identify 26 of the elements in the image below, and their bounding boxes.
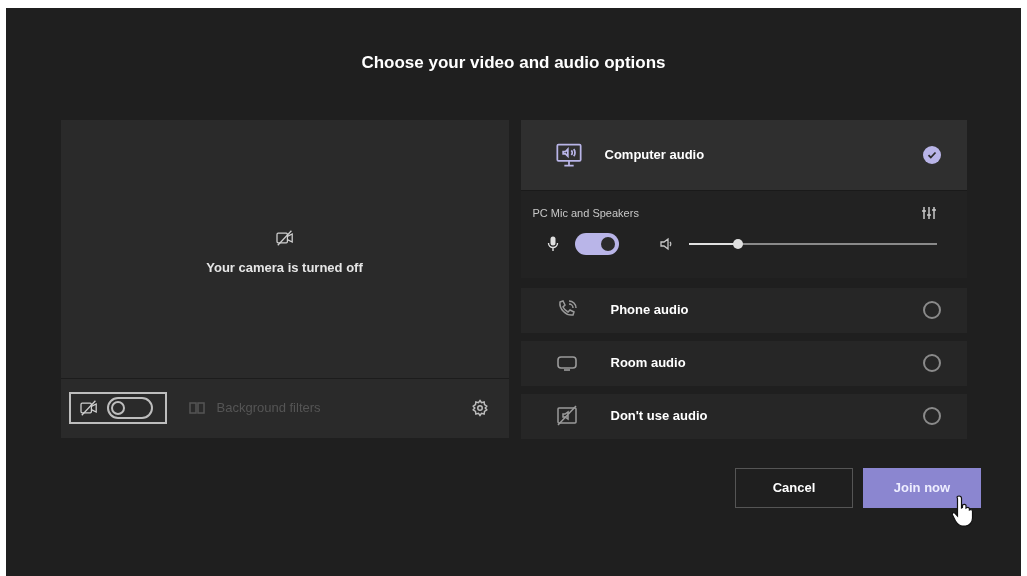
option-label: Phone audio [610,301,689,320]
volume-thumb[interactable] [733,239,744,249]
cancel-button[interactable]: Cancel [735,467,853,508]
radio-button[interactable] [922,301,941,319]
settings-icon[interactable] [470,399,489,417]
radio-button[interactable] [922,354,941,372]
audio-option[interactable]: Phone audio [520,287,967,333]
radio-button[interactable] [922,145,941,164]
dialog-title: Choose your video and audio options [361,52,666,74]
camera-off-icon [78,400,99,416]
option-label: Room audio [610,354,686,373]
equalizer-icon[interactable] [920,204,937,221]
option-label: Don't use audio [610,407,708,426]
microphone-icon [546,236,559,252]
device-label: PC Mic and Speakers [532,205,639,221]
microphone-toggle[interactable] [574,233,619,255]
radio-button[interactable] [922,407,941,425]
speaker-off-icon [554,404,579,428]
filter-icon [188,402,205,414]
camera-status-text: Your camera is turned off [206,258,363,277]
option-label: Computer audio [604,145,705,164]
audio-option[interactable]: Computer audio [520,119,967,190]
audio-option[interactable]: Don't use audio [520,393,967,439]
camera-toggle[interactable] [68,392,167,424]
camera-off-icon [274,229,295,246]
audio-option[interactable]: Room audio [520,340,967,386]
